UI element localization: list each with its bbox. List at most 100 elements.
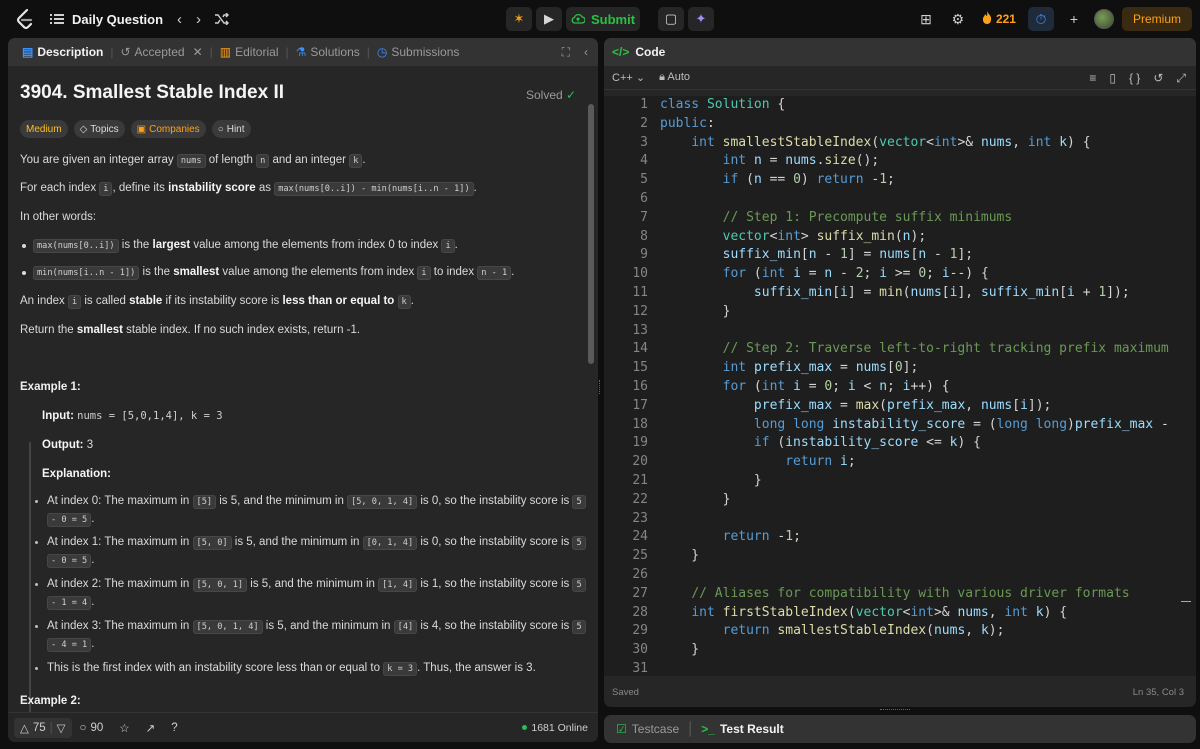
text: value among the elements from index 0 to… [190, 239, 442, 251]
text: value among the elements from index [219, 266, 418, 278]
hint-chip[interactable]: ○ Hint [211, 120, 251, 138]
tab-description-label: Description [37, 45, 104, 59]
tab-description[interactable]: ▤ Description [16, 38, 109, 66]
text: . [91, 513, 95, 525]
reset-icon[interactable]: ↺ [1153, 71, 1163, 85]
avatar[interactable] [1093, 9, 1114, 29]
code-line: if (instability_score <= k) { [753, 435, 981, 451]
text: is 5, and the minimum in [231, 536, 363, 548]
code-line: // Step 1: Precompute suffix minimums [722, 209, 1013, 225]
notes-button[interactable]: ▢ [658, 7, 684, 31]
topics-chip[interactable]: ◇ Topics [73, 120, 125, 138]
panel-controls: ⛶ ‹ [562, 38, 588, 66]
text: . [91, 638, 95, 650]
text: , define its [112, 182, 169, 194]
debug-button[interactable]: ✶ [506, 7, 532, 31]
thumbs-up-icon[interactable]: △ [20, 721, 29, 735]
ai-assist-button[interactable]: ✦ [688, 7, 714, 31]
gear-icon: ⚙ [951, 10, 965, 27]
collapse-icon[interactable]: ‹ [584, 45, 588, 59]
description-scrollbar[interactable] [588, 104, 594, 364]
bookmark-icon[interactable]: ▯ [1109, 71, 1116, 85]
code-line: return i; [785, 454, 856, 470]
line-number: 2 [640, 115, 648, 131]
bullet-marker [35, 500, 38, 503]
shuffle-icon[interactable] [215, 13, 230, 25]
layout-button[interactable]: ⊞ [914, 7, 938, 31]
code-editor[interactable]: 1 2 3 4 5 6 7 8 9 10 11 12 13 14 15 16 17 18 19 20 21 22 23 24 2… [604, 96, 1196, 676]
line-number: 18 [632, 416, 648, 432]
saved-status: Saved [612, 686, 639, 698]
text: Return the [20, 324, 77, 336]
premium-button[interactable]: Premium [1121, 7, 1192, 31]
timer-button[interactable]: ⏱ [1027, 7, 1054, 31]
code-header-label: Code [635, 45, 666, 59]
code-line: } [660, 548, 700, 564]
thumbs-down-icon[interactable]: ▽ [57, 721, 66, 735]
line-number: 12 [632, 303, 648, 319]
tab-test-result[interactable]: >_ Test Result [693, 715, 791, 743]
chevron-left-icon[interactable]: ‹ [177, 12, 182, 27]
companies-label: Companies [149, 123, 200, 135]
tab-submissions[interactable]: ◷ Submissions [371, 38, 466, 66]
line-number: 27 [632, 585, 648, 601]
text: At index 3: The maximum in [47, 620, 193, 632]
online-label: 1681 Online [531, 721, 588, 734]
companies-chip[interactable]: ▣ Companies [130, 120, 206, 138]
tab-solutions[interactable]: ⚗ Solutions [290, 38, 366, 66]
text: . [454, 239, 458, 251]
streak-counter[interactable]: 221 [978, 7, 1020, 31]
help-button[interactable]: ? [163, 722, 185, 734]
code-lines[interactable]: class Solution { public: int smallestSta… [660, 96, 1196, 676]
fullscreen-icon[interactable]: ⤢ [1176, 71, 1186, 86]
inline-code: i [417, 266, 431, 280]
close-icon[interactable]: ✕ [193, 45, 203, 59]
scroll-marker [1181, 601, 1191, 602]
chevron-right-icon[interactable]: › [196, 12, 201, 27]
line-number: 14 [632, 341, 648, 357]
history-icon: ↺ [120, 45, 131, 59]
page-title[interactable]: 3904. Smallest Stable Index II [20, 82, 576, 104]
text: to index [430, 266, 478, 278]
horizontal-resize-handle[interactable] [880, 709, 910, 712]
tab-testcase[interactable]: ☑ Testcase [608, 715, 687, 743]
settings-button[interactable]: ⚙ [946, 7, 970, 31]
example-1-heading: Example 1: [20, 381, 81, 393]
daily-question-label: Daily Question [72, 11, 164, 27]
streak-count: 221 [995, 12, 1016, 26]
inline-code: i [67, 295, 82, 309]
leetcode-logo[interactable] [14, 8, 36, 30]
tab-accepted[interactable]: ↺ Accepted ✕ [114, 38, 208, 66]
cloud-upload-icon [571, 12, 586, 27]
format-icon[interactable]: ≡ [1089, 71, 1096, 85]
submit-button[interactable]: Submit [566, 7, 640, 31]
line-number: 7 [640, 209, 648, 225]
vertical-resize-handle[interactable] [599, 380, 602, 394]
add-collaborator-button[interactable]: + [1062, 7, 1086, 31]
code-panel: </> Code C++ ⌄ 🔒︎ Auto ≡ ▯ { } ↺ ⤢ 12345… [604, 38, 1196, 707]
maximize-icon[interactable]: ⛶ [562, 45, 570, 60]
bold-text: smallest [173, 266, 220, 278]
description-tabbar: ▤ Description | ↺ Accepted ✕ | ▥ Editori… [8, 38, 598, 66]
problem-list-button[interactable]: Daily Question [50, 12, 163, 27]
line-number: 16 [632, 378, 648, 394]
share-button[interactable]: ↗ [138, 721, 164, 735]
nav-right: ⊞ ⚙ 221 ⏱ + Premium [914, 7, 1192, 31]
language-select[interactable]: C++ ⌄ [612, 71, 645, 84]
inline-code: min(nums[i..n - 1]) [33, 266, 140, 280]
text: At index 2: The maximum in [47, 578, 193, 590]
console-panel: ☑ Testcase | >_ Test Result [604, 715, 1196, 743]
tab-submissions-label: Submissions [391, 45, 460, 59]
inline-code: k [349, 154, 363, 168]
tab-editorial[interactable]: ▥ Editorial [214, 38, 285, 66]
statement-paragraph-1: You are given an integer array nums of l… [20, 152, 366, 169]
code-line: long long instability_score = (long long… [753, 416, 1177, 432]
favorite-button[interactable]: ☆ [111, 721, 137, 735]
braces-icon[interactable]: { } [1129, 71, 1140, 85]
input-value: nums = [5,0,1,4], k = 3 [77, 410, 223, 422]
comments-button[interactable]: ○ 90 [72, 722, 112, 734]
run-button[interactable]: ▶ [536, 7, 562, 31]
mode-indicator[interactable]: 🔒︎ Auto [659, 71, 690, 84]
line-number: 28 [632, 604, 648, 620]
